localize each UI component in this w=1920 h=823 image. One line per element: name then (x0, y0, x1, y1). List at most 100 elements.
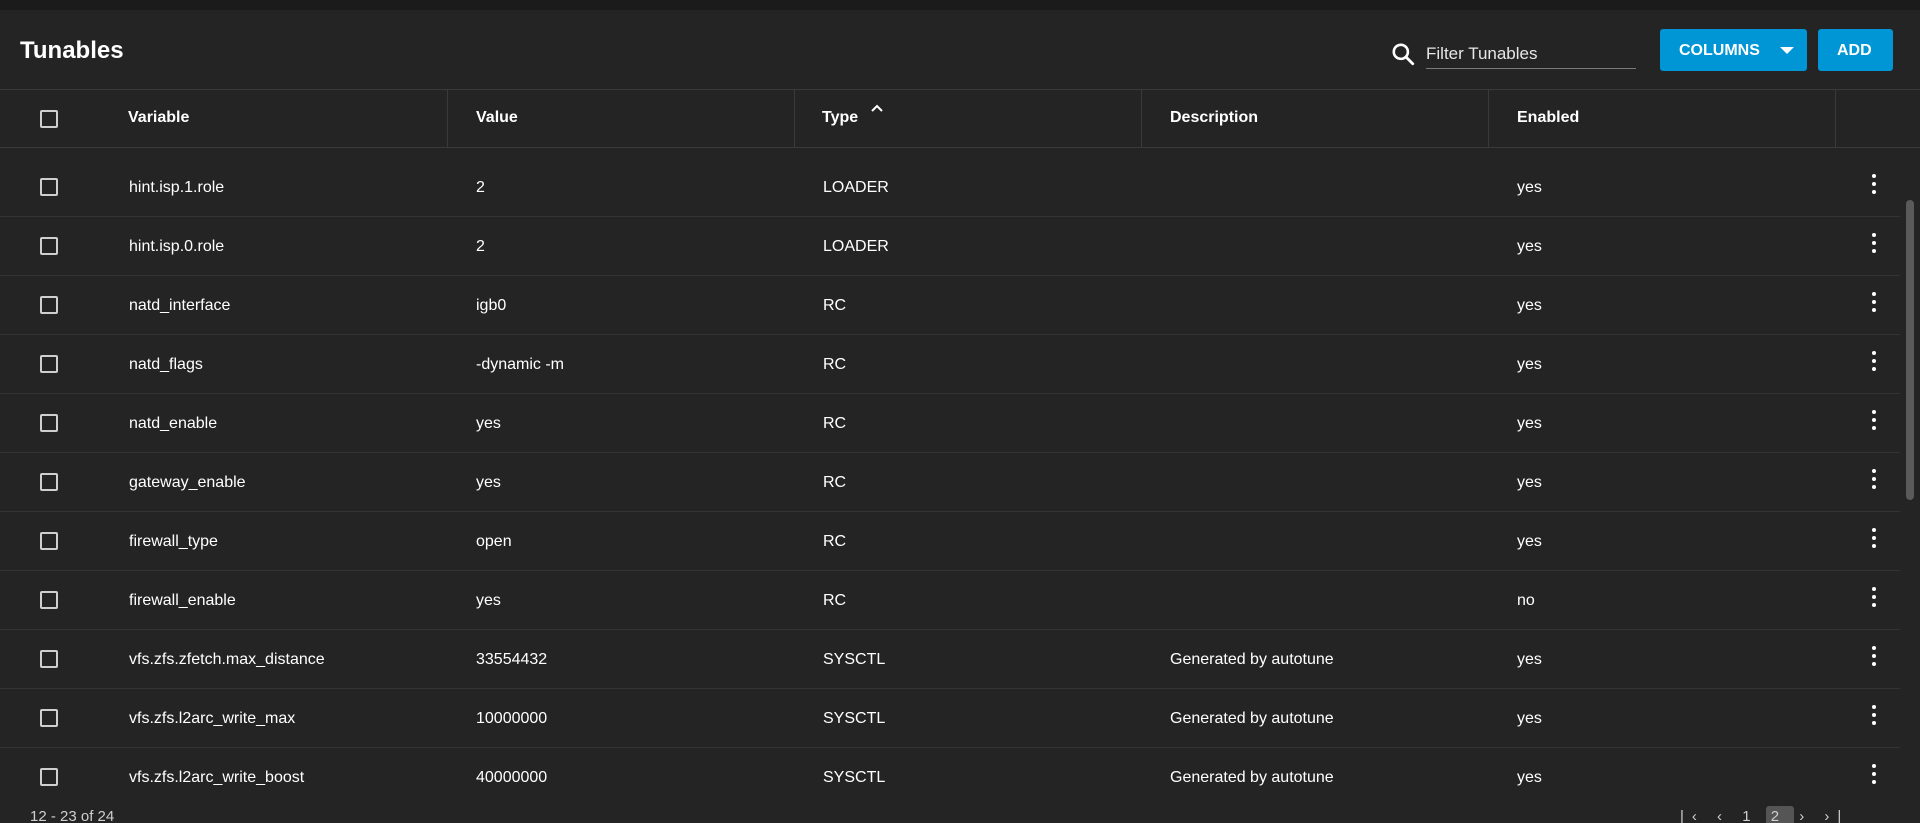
cell-variable: vfs.zfs.l2arc_write_max (129, 710, 296, 727)
table-row[interactable]: firewall_type open RC yes (0, 512, 1900, 571)
more-vert-icon[interactable] (1870, 587, 1878, 609)
more-vert-icon[interactable] (1870, 528, 1878, 550)
table-row[interactable]: natd_enable yes RC yes (0, 394, 1900, 453)
more-vert-icon[interactable] (1870, 351, 1878, 373)
cell-enabled: yes (1517, 297, 1542, 314)
vertical-scrollbar[interactable] (1906, 200, 1914, 500)
cell-type: RC (823, 356, 847, 373)
cell-variable: natd_enable (129, 415, 218, 432)
column-header-description[interactable]: Description (1142, 90, 1489, 148)
table-row[interactable]: gateway_enable yes RC yes (0, 453, 1900, 512)
cell-enabled: yes (1517, 179, 1542, 196)
more-vert-icon[interactable] (1870, 410, 1878, 432)
table-footer: 12 - 23 of 24 |‹ ‹ 1 2 › ›| (0, 806, 1920, 823)
pagination-controls[interactable]: |‹ ‹ 1 2 › ›| (1680, 808, 1849, 823)
row-checkbox[interactable] (40, 768, 58, 786)
cell-description: Generated by autotune (1170, 710, 1334, 727)
filter-tunables-input[interactable] (1426, 39, 1636, 69)
row-checkbox[interactable] (40, 650, 58, 668)
cell-type: RC (823, 592, 847, 609)
cell-enabled: yes (1517, 651, 1542, 668)
cell-type: SYSCTL (823, 710, 886, 727)
cell-value: 10000000 (476, 710, 548, 727)
table-row[interactable]: natd_interface igb0 RC yes (0, 276, 1900, 335)
table-row[interactable]: vfs.zfs.l2arc_write_max 10000000 SYSCTL … (0, 689, 1900, 748)
column-header-value[interactable]: Value (448, 90, 795, 148)
cell-value: igb0 (476, 297, 507, 314)
cell-value: yes (476, 592, 501, 609)
cell-enabled: no (1517, 592, 1535, 609)
row-checkbox[interactable] (40, 473, 58, 491)
cell-enabled: yes (1517, 474, 1542, 491)
search-box (1390, 37, 1638, 79)
cell-variable: firewall_enable (129, 592, 236, 609)
cell-enabled: yes (1517, 533, 1542, 550)
cell-variable: firewall_type (129, 533, 218, 550)
cell-description: Generated by autotune (1170, 651, 1334, 668)
row-checkbox[interactable] (40, 414, 58, 432)
cell-enabled: yes (1517, 238, 1542, 255)
caret-down-icon[interactable] (1780, 47, 1794, 54)
columns-button[interactable]: COLUMNS (1660, 29, 1807, 71)
table-row[interactable]: hint.isp.0.role 2 LOADER yes (0, 217, 1900, 276)
column-header-enabled[interactable]: Enabled (1489, 90, 1836, 148)
cell-value: 2 (476, 179, 485, 196)
cell-value: open (476, 533, 512, 550)
select-all-cell (0, 90, 98, 148)
add-button-label: ADD (1837, 42, 1872, 59)
tunables-card: Tunables COLUMNS ADD Variable Value Type (0, 10, 1920, 823)
cell-variable: natd_interface (129, 297, 231, 314)
more-vert-icon[interactable] (1870, 469, 1878, 491)
row-checkbox[interactable] (40, 591, 58, 609)
cell-value: yes (476, 474, 501, 491)
cell-type: LOADER (823, 238, 889, 255)
cell-enabled: yes (1517, 769, 1542, 786)
more-vert-icon[interactable] (1870, 233, 1878, 255)
cell-type: SYSCTL (823, 651, 886, 668)
cell-variable: natd_flags (129, 356, 203, 373)
table-toolbar: Tunables COLUMNS ADD (0, 10, 1920, 90)
pagination-range: 12 - 23 of 24 (30, 808, 115, 823)
cell-variable: gateway_enable (129, 474, 246, 491)
row-checkbox[interactable] (40, 532, 58, 550)
table-header: Variable Value Type Description Enabled (0, 90, 1920, 148)
add-button[interactable]: ADD (1818, 29, 1893, 71)
cell-enabled: yes (1517, 356, 1542, 373)
search-icon (1392, 43, 1415, 66)
table-row[interactable]: firewall_enable yes RC no (0, 571, 1900, 630)
cell-type: RC (823, 415, 847, 432)
cell-enabled: yes (1517, 415, 1542, 432)
table-body: hint.isp.1.role 2 LOADER yes hint.isp.0.… (0, 158, 1920, 798)
cell-type: RC (823, 474, 847, 491)
more-vert-icon[interactable] (1870, 646, 1878, 668)
cell-description: Generated by autotune (1170, 769, 1334, 786)
cell-variable: hint.isp.1.role (129, 179, 225, 196)
cell-type: LOADER (823, 179, 889, 196)
cell-variable: vfs.zfs.zfetch.max_distance (129, 651, 325, 668)
more-vert-icon[interactable] (1870, 764, 1878, 786)
cell-variable: vfs.zfs.l2arc_write_boost (129, 769, 305, 786)
cell-variable: hint.isp.0.role (129, 238, 225, 255)
more-vert-icon[interactable] (1870, 174, 1878, 196)
cell-value: 2 (476, 238, 485, 255)
cell-value: yes (476, 415, 501, 432)
column-header-variable[interactable]: Variable (100, 90, 448, 148)
cell-enabled: yes (1517, 710, 1542, 727)
more-vert-icon[interactable] (1870, 705, 1878, 727)
table-row[interactable]: hint.isp.1.role 2 LOADER yes (0, 158, 1900, 217)
column-header-type[interactable]: Type (795, 90, 1142, 148)
cell-value: 40000000 (476, 769, 548, 786)
row-checkbox[interactable] (40, 355, 58, 373)
table-row[interactable]: vfs.zfs.zfetch.max_distance 33554432 SYS… (0, 630, 1900, 689)
more-vert-icon[interactable] (1870, 292, 1878, 314)
row-checkbox[interactable] (40, 709, 58, 727)
columns-button-label: COLUMNS (1679, 42, 1760, 59)
row-checkbox[interactable] (40, 296, 58, 314)
cell-type: RC (823, 297, 847, 314)
table-row[interactable]: natd_flags -dynamic -m RC yes (0, 335, 1900, 394)
select-all-checkbox[interactable] (40, 110, 58, 128)
row-checkbox[interactable] (40, 178, 58, 196)
cell-value: -dynamic -m (476, 356, 565, 373)
table-row[interactable]: vfs.zfs.l2arc_write_boost 40000000 SYSCT… (0, 748, 1900, 798)
row-checkbox[interactable] (40, 237, 58, 255)
